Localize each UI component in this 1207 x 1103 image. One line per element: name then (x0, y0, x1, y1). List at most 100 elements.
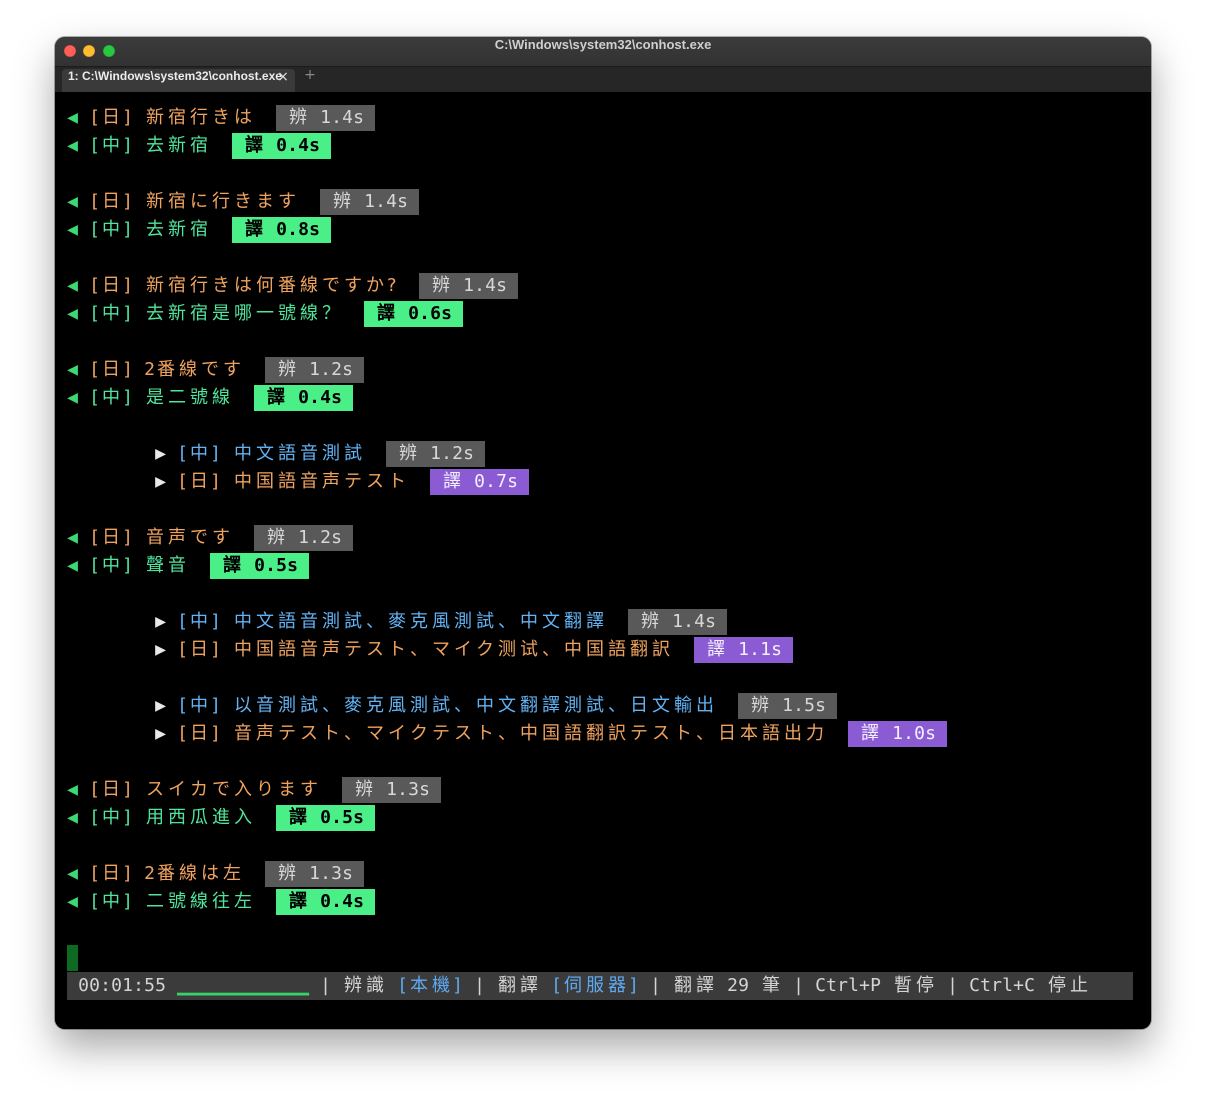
minimize-window-button[interactable] (83, 45, 95, 57)
translation-count: 翻譯 29 筆 (674, 975, 780, 996)
elapsed-time: 00:01:55 (78, 975, 166, 996)
transcript-line: ◀ [日] 音声です 辨 1.2s (67, 524, 353, 552)
language-tag: [中] (89, 555, 133, 576)
close-window-button[interactable] (64, 45, 76, 57)
badge-time: 1.3s (386, 779, 430, 800)
right-arrow-icon: ▶ (155, 639, 166, 660)
transcript-text: 新宿行きは何番線ですか? (146, 275, 397, 296)
badge-time: 1.4s (364, 191, 408, 212)
badge-time: 1.5s (782, 695, 826, 716)
status-separator: | (650, 975, 661, 996)
transcript-line: ◀ [日] 新宿行きは何番線ですか? 辨 1.4s (67, 272, 518, 300)
terminal-window: C:\Windows\system32\conhost.exe 1: C:\Wi… (55, 37, 1151, 1029)
terminal-pane[interactable]: ◀ [日] 新宿行きは 辨 1.4s ◀ [中] 去新宿 譯 0.4s ◀ [日] … (55, 92, 1151, 1029)
recognition-time-badge: 辨 1.2s (254, 525, 353, 551)
badge-time: 0.7s (474, 471, 518, 492)
recognition-mode: [本機] (397, 975, 463, 996)
status-separator: | (474, 975, 485, 996)
badge-label: 辨 (355, 779, 373, 800)
right-arrow-icon: ▶ (155, 443, 166, 464)
badge-time: 0.5s (254, 555, 298, 576)
recognition-time-badge: 辨 1.3s (342, 777, 441, 803)
left-arrow-icon: ◀ (67, 191, 78, 212)
language-tag: [中] (177, 443, 221, 464)
badge-label: 辨 (267, 527, 285, 548)
language-tag: [中] (89, 891, 133, 912)
transcript-line: ▶ [中] 中文語音測試 辨 1.2s (155, 440, 485, 468)
language-tag: [中] (89, 135, 133, 156)
maximize-window-button[interactable] (103, 45, 115, 57)
title-bar[interactable]: C:\Windows\system32\conhost.exe (55, 37, 1151, 66)
badge-label: 譯 (289, 891, 307, 912)
badge-time: 1.2s (309, 359, 353, 380)
badge-label: 辨 (333, 191, 351, 212)
tab-close-icon[interactable]: × (276, 69, 290, 92)
transcript-line: ◀ [日] 新宿行きは 辨 1.4s (67, 104, 375, 132)
left-arrow-icon: ◀ (67, 527, 78, 548)
left-arrow-icon: ◀ (67, 779, 78, 800)
tab-conhost[interactable]: 1: C:\Windows\system32\conhost.exe × (62, 69, 295, 92)
badge-time: 1.3s (309, 863, 353, 884)
transcript-text: 以音測試、麥克風測試、中文翻譯測試、日文輸出 (234, 695, 714, 716)
window-title: C:\Windows\system32\conhost.exe (494, 37, 712, 52)
language-tag: [日] (89, 527, 133, 548)
left-arrow-icon: ◀ (67, 135, 78, 156)
language-tag: [日] (177, 639, 221, 660)
badge-time: 0.6s (408, 303, 452, 324)
badge-label: 譯 (223, 555, 241, 576)
left-arrow-icon: ◀ (67, 807, 78, 828)
transcript-text: 中文語音測試、麥克風測試、中文翻譯 (234, 611, 604, 632)
language-tag: [日] (89, 863, 133, 884)
language-tag: [中] (177, 611, 221, 632)
right-arrow-icon: ▶ (155, 471, 166, 492)
recognition-time-badge: 辨 1.4s (320, 189, 419, 215)
badge-label: 辨 (399, 443, 417, 464)
transcript-text: 新宿行きは (146, 107, 252, 128)
badge-label: 辨 (278, 359, 296, 380)
translation-time-badge: 譯 0.4s (232, 133, 331, 159)
translation-time-badge: 譯 0.7s (430, 469, 529, 495)
badge-label: 譯 (377, 303, 395, 324)
badge-time: 0.4s (276, 135, 320, 156)
badge-label: 譯 (443, 471, 461, 492)
left-arrow-icon: ◀ (67, 107, 78, 128)
translation-time-badge: 譯 0.8s (232, 217, 331, 243)
language-tag: [日] (177, 471, 221, 492)
recognition-time-badge: 辨 1.4s (276, 105, 375, 131)
language-tag: [日] (89, 359, 133, 380)
translation-label: 翻譯 (498, 975, 538, 996)
badge-label: 譯 (245, 219, 263, 240)
recognition-time-badge: 辨 1.5s (738, 693, 837, 719)
badge-label: 辨 (278, 863, 296, 884)
transcript-text: 用西瓜進入 (146, 807, 252, 828)
translation-time-badge: 譯 0.5s (210, 553, 309, 579)
transcript-text: スイカで入ります (146, 779, 318, 800)
stop-shortcut-hint: Ctrl+C 停止 (969, 975, 1088, 996)
left-arrow-icon: ◀ (67, 303, 78, 324)
transcript-line: ▶ [日] 音声テスト、マイクテスト、中国語翻訳テスト、日本語出力 譯 1.0s (155, 720, 947, 748)
badge-label: 辨 (289, 107, 307, 128)
badge-time: 1.0s (892, 723, 936, 744)
transcript-text: 是二號線 (146, 387, 230, 408)
translation-time-badge: 譯 1.0s (848, 721, 947, 747)
badge-time: 1.2s (298, 527, 342, 548)
status-separator: | (320, 975, 331, 996)
transcript-text: 去新宿是哪一號線？ (146, 303, 340, 324)
new-tab-plus-icon[interactable]: + (303, 67, 317, 92)
translation-time-badge: 譯 0.6s (364, 301, 463, 327)
language-tag: [中] (89, 219, 133, 240)
badge-label: 譯 (267, 387, 285, 408)
transcript-line: ◀ [日] スイカで入ります 辨 1.3s (67, 776, 441, 804)
right-arrow-icon: ▶ (155, 723, 166, 744)
transcript-line: ◀ [中] 用西瓜進入 譯 0.5s (67, 804, 375, 832)
transcript-line: ▶ [中] 以音測試、麥克風測試、中文翻譯測試、日文輸出 辨 1.5s (155, 692, 837, 720)
status-separator: | (947, 975, 958, 996)
language-tag: [日] (89, 107, 133, 128)
badge-time: 1.2s (430, 443, 474, 464)
transcript-line: ◀ [日] 新宿に行きます 辨 1.4s (67, 188, 419, 216)
transcript-text: 2番線です (144, 359, 241, 380)
translation-time-badge: 譯 0.5s (276, 805, 375, 831)
badge-time: 0.5s (320, 807, 364, 828)
recognition-time-badge: 辨 1.3s (265, 861, 364, 887)
language-tag: [日] (177, 723, 221, 744)
